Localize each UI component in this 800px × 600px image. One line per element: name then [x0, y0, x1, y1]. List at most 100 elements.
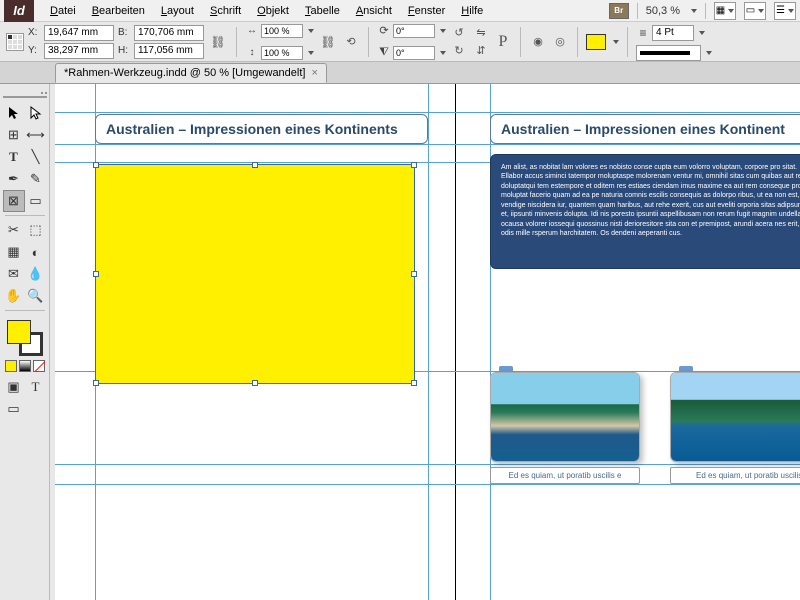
type-tool[interactable]: T [3, 146, 25, 168]
apply-gradient-icon[interactable] [19, 360, 31, 372]
resize-handle[interactable] [252, 162, 258, 168]
constrain-scale-icon[interactable]: ⛓ [318, 32, 338, 52]
eyedropper-tool[interactable]: 💧 [25, 263, 47, 285]
arrange-icon[interactable]: ☰ [774, 2, 796, 20]
p-icon[interactable]: P [494, 33, 512, 51]
caption-1[interactable]: Ed es quiam, ut poratib uscilis e [490, 467, 640, 484]
title-frame-right[interactable]: Australien – Impressionen eines Kontinen… [490, 114, 800, 144]
document-tab-bar: *Rahmen-Werkzeug.indd @ 50 % [Umgewandel… [0, 62, 800, 84]
menu-schrift[interactable]: Schrift [202, 3, 249, 19]
body-text-frame[interactable]: Am alist, as nobitat lam volores es nobi… [490, 154, 800, 269]
screen-mode-icon[interactable]: ▭ [744, 2, 766, 20]
fill-stroke-proxy[interactable] [7, 320, 43, 356]
menu-bar: Id Datei Bearbeiten Layout Schrift Objek… [0, 0, 800, 22]
w-label: B: [118, 27, 132, 38]
control-panel: X:19,647 mm Y:38,297 mm B:170,706 mm H:1… [0, 22, 800, 62]
menu-layout[interactable]: Layout [153, 3, 202, 19]
document-canvas[interactable]: Australien – Impressionen eines Kontinen… [55, 84, 800, 600]
free-transform-tool[interactable]: ⬚ [25, 219, 47, 241]
scale-x-input[interactable]: 100 % [261, 24, 303, 38]
pencil-tool[interactable]: ✎ [25, 168, 47, 190]
tab-title: *Rahmen-Werkzeug.indd @ 50 % [Umgewandel… [64, 67, 305, 79]
fill-color-proxy[interactable] [7, 320, 31, 344]
resize-handle[interactable] [93, 162, 99, 168]
note-tool[interactable]: ✉ [3, 263, 25, 285]
guide[interactable] [55, 484, 800, 485]
resize-handle[interactable] [93, 380, 99, 386]
page-tool[interactable]: ⊞ [3, 124, 25, 146]
gradient-swatch-tool[interactable]: ▦ [3, 241, 25, 263]
apply-color-icon[interactable] [5, 360, 17, 372]
menu-ansicht[interactable]: Ansicht [348, 3, 400, 19]
scissors-tool[interactable]: ✂ [3, 219, 25, 241]
menu-objekt[interactable]: Objekt [249, 3, 297, 19]
apply-none-icon[interactable] [33, 360, 45, 372]
menu-tabelle[interactable]: Tabelle [297, 3, 348, 19]
resize-handle[interactable] [411, 380, 417, 386]
flip-v-icon[interactable]: ⇵ [472, 42, 490, 60]
guide[interactable] [55, 144, 800, 145]
resize-handle[interactable] [411, 271, 417, 277]
rectangle-tool[interactable]: ▭ [25, 190, 47, 212]
pen-tool[interactable]: ✒ [3, 168, 25, 190]
app-logo: Id [4, 0, 34, 22]
w-input[interactable]: 170,706 mm [134, 25, 204, 41]
x-input[interactable]: 19,647 mm [44, 25, 114, 41]
scale-x-icon: ↔ [245, 21, 259, 41]
image-frame-2[interactable] [670, 372, 800, 462]
shear-icon: ⧨ [377, 43, 391, 63]
view-mode-normal[interactable]: ▣ [3, 376, 25, 398]
menu-hilfe[interactable]: Hilfe [453, 3, 491, 19]
select-content-icon[interactable]: ◎ [551, 33, 569, 51]
stroke-style-select[interactable] [636, 45, 701, 61]
bridge-icon[interactable]: Br [609, 3, 629, 19]
gap-tool[interactable]: ⟷ [25, 124, 47, 146]
resize-handle[interactable] [411, 162, 417, 168]
y-label: Y: [28, 45, 42, 56]
rotate-input[interactable]: 0° [393, 24, 435, 38]
h-input[interactable]: 117,056 mm [134, 43, 204, 59]
guide[interactable] [55, 112, 800, 113]
rotate-icon: ⟳ [377, 21, 391, 41]
view-options-icon[interactable]: ▦ [714, 2, 736, 20]
scale-y-input[interactable]: 100 % [261, 46, 303, 60]
rotate-ccw-icon[interactable]: ↺ [450, 24, 468, 42]
stroke-weight-input[interactable]: 4 Pt [652, 25, 694, 41]
title-frame-left[interactable]: Australien – Impressionen eines Kontinen… [95, 114, 428, 144]
tab-close-icon[interactable]: × [311, 67, 317, 79]
y-input[interactable]: 38,297 mm [44, 43, 114, 59]
caption-2[interactable]: Ed es quiam, ut poratib uscilis e [670, 467, 800, 484]
menu-datei[interactable]: Datei [42, 3, 84, 19]
document-tab[interactable]: *Rahmen-Werkzeug.indd @ 50 % [Umgewandel… [55, 63, 327, 83]
gradient-feather-tool[interactable]: ◐ [25, 241, 47, 263]
clear-transform-icon[interactable]: ⟲ [342, 33, 360, 51]
selection-tool[interactable] [3, 102, 25, 124]
shear-input[interactable]: 0° [393, 46, 435, 60]
screen-mode-icon-tool[interactable]: ▭ [3, 398, 25, 420]
hand-tool[interactable]: ✋ [3, 285, 25, 307]
zoom-level[interactable]: 50,3 % [646, 5, 680, 17]
guide[interactable] [55, 464, 800, 465]
rotate-cw-icon[interactable]: ↻ [450, 42, 468, 60]
menu-fenster[interactable]: Fenster [400, 3, 453, 19]
rectangle-frame-tool[interactable]: ⊠ [3, 190, 25, 212]
image-frame-1[interactable] [490, 372, 640, 462]
menu-bearbeiten[interactable]: Bearbeiten [84, 3, 153, 19]
line-tool[interactable]: ╲ [25, 146, 47, 168]
flip-h-icon[interactable]: ⇋ [472, 24, 490, 42]
reference-point[interactable] [6, 33, 24, 51]
resize-handle[interactable] [252, 380, 258, 386]
direct-selection-tool[interactable] [25, 102, 47, 124]
zoom-tool[interactable]: 🔍 [25, 285, 47, 307]
stroke-weight-icon: ≡ [636, 23, 650, 43]
fill-swatch[interactable] [586, 34, 606, 50]
scale-y-icon: ↕ [245, 43, 259, 63]
x-label: X: [28, 27, 42, 38]
h-label: H: [118, 45, 132, 56]
view-mode-preview[interactable]: T [25, 376, 47, 398]
selected-rectangle-frame[interactable] [95, 164, 415, 384]
constrain-wh-icon[interactable]: ⛓ [208, 32, 228, 52]
select-container-icon[interactable]: ◉ [529, 33, 547, 51]
resize-handle[interactable] [93, 271, 99, 277]
tool-panel: ⊞⟷ T╲ ✒✎ ⊠▭ ✂⬚ ▦◐ ✉💧 ✋🔍 ▣T ▭ [0, 84, 50, 600]
